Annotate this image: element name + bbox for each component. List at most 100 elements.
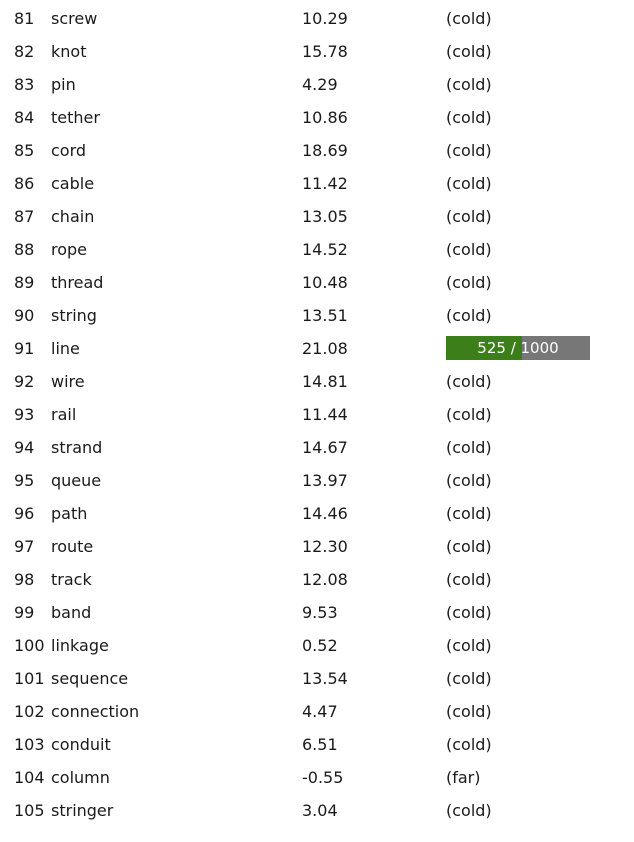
guess-index: 99 (14, 603, 35, 622)
guess-row: 87 chain 13.05 (cold) (0, 200, 634, 233)
guess-temperature: (cold) (446, 306, 492, 325)
guess-row: 88 rope 14.52 (cold) (0, 233, 634, 266)
proximity-progress-label: 525 / 1000 (477, 339, 559, 357)
guess-similarity: 13.51 (302, 306, 348, 325)
guess-similarity: 14.46 (302, 504, 348, 523)
guess-row: 82 knot 15.78 (cold) (0, 35, 634, 68)
guess-temperature: (cold) (446, 636, 492, 655)
guess-row: 94 strand 14.67 (cold) (0, 431, 634, 464)
guess-row: 89 thread 10.48 (cold) (0, 266, 634, 299)
guess-index: 89 (14, 273, 35, 292)
guess-temperature: (cold) (446, 537, 492, 556)
guess-row: 90 string 13.51 (cold) (0, 299, 634, 332)
guess-row: 97 route 12.30 (cold) (0, 530, 634, 563)
guess-row: 104 column -0.55 (far) (0, 761, 634, 794)
guess-similarity: -0.55 (302, 768, 344, 787)
guess-index: 101 (14, 669, 45, 688)
guess-temperature: (cold) (446, 108, 492, 127)
guess-similarity: 12.08 (302, 570, 348, 589)
guess-similarity: 13.54 (302, 669, 348, 688)
guess-temperature: (cold) (446, 207, 492, 226)
guess-index: 105 (14, 801, 45, 820)
guess-similarity: 18.69 (302, 141, 348, 160)
guess-similarity: 10.86 (302, 108, 348, 127)
guess-similarity: 0.52 (302, 636, 338, 655)
guess-index: 86 (14, 174, 35, 193)
guess-temperature: (cold) (446, 42, 492, 61)
guess-temperature: (cold) (446, 273, 492, 292)
guess-temperature: (cold) (446, 141, 492, 160)
guess-row: 81 screw 10.29 (cold) (0, 2, 634, 35)
guess-index: 97 (14, 537, 35, 556)
guess-word: sequence (51, 669, 129, 688)
guess-row: 99 band 9.53 (cold) (0, 596, 634, 629)
guess-row: 86 cable 11.42 (cold) (0, 167, 634, 200)
guess-index: 88 (14, 240, 35, 259)
guess-temperature: (cold) (446, 372, 492, 391)
guess-temperature: (cold) (446, 405, 492, 424)
guess-word: strand (51, 438, 103, 457)
guess-temperature: (cold) (446, 174, 492, 193)
guess-word: track (51, 570, 92, 589)
guess-word: cable (51, 174, 95, 193)
guess-index: 84 (14, 108, 35, 127)
guess-temperature: (cold) (446, 504, 492, 523)
guess-similarity: 14.52 (302, 240, 348, 259)
guess-word: wire (51, 372, 85, 391)
guess-similarity: 14.67 (302, 438, 348, 457)
guess-word: column (51, 768, 110, 787)
guess-word: linkage (51, 636, 109, 655)
guess-similarity: 10.48 (302, 273, 348, 292)
guess-temperature: (cold) (446, 438, 492, 457)
guess-row: 105 stringer 3.04 (cold) (0, 794, 634, 827)
guess-temperature: (far) (446, 768, 481, 787)
guess-temperature: (cold) (446, 801, 492, 820)
guess-index: 94 (14, 438, 35, 457)
guess-similarity: 15.78 (302, 42, 348, 61)
guess-temperature: (cold) (446, 669, 492, 688)
guess-index: 102 (14, 702, 45, 721)
guess-word: rope (51, 240, 88, 259)
guess-row: 93 rail 11.44 (cold) (0, 398, 634, 431)
guess-word: queue (51, 471, 102, 490)
guess-word: band (51, 603, 92, 622)
guess-index: 91 (14, 339, 35, 358)
guess-similarity: 13.97 (302, 471, 348, 490)
guess-temperature: (cold) (446, 702, 492, 721)
guess-index: 100 (14, 636, 45, 655)
guess-row: 84 tether 10.86 (cold) (0, 101, 634, 134)
guess-similarity: 14.81 (302, 372, 348, 391)
guess-row: 101 sequence 13.54 (cold) (0, 662, 634, 695)
guess-index: 90 (14, 306, 35, 325)
guess-index: 81 (14, 9, 35, 28)
guess-temperature: (cold) (446, 471, 492, 490)
guess-temperature: (cold) (446, 570, 492, 589)
proximity-progress-bar: 525 / 1000 (446, 336, 590, 360)
guess-similarity: 10.29 (302, 9, 348, 28)
guess-temperature: (cold) (446, 735, 492, 754)
guess-similarity: 21.08 (302, 339, 348, 358)
guess-word: conduit (51, 735, 111, 754)
guess-word: tether (51, 108, 100, 127)
guess-index: 98 (14, 570, 35, 589)
guess-index: 96 (14, 504, 35, 523)
guess-row: 91 line 21.08 525 / 1000 (0, 332, 634, 365)
guess-word: pin (51, 75, 76, 94)
guess-row: 98 track 12.08 (cold) (0, 563, 634, 596)
guess-word: route (51, 537, 94, 556)
guess-similarity: 4.47 (302, 702, 338, 721)
guess-temperature: (cold) (446, 9, 492, 28)
guess-list: 81 screw 10.29 (cold) 82 knot 15.78 (cold) 83 pin… (0, 0, 634, 842)
guess-word: screw (51, 9, 98, 28)
guess-word: connection (51, 702, 140, 721)
guess-similarity: 13.05 (302, 207, 348, 226)
guess-word: stringer (51, 801, 114, 820)
guess-word: path (51, 504, 88, 523)
guess-index: 83 (14, 75, 35, 94)
guess-row: 83 pin 4.29 (cold) (0, 68, 634, 101)
guess-word: line (51, 339, 80, 358)
guess-similarity: 11.44 (302, 405, 348, 424)
guess-similarity: 4.29 (302, 75, 338, 94)
guess-row: 92 wire 14.81 (cold) (0, 365, 634, 398)
guess-similarity: 6.51 (302, 735, 338, 754)
